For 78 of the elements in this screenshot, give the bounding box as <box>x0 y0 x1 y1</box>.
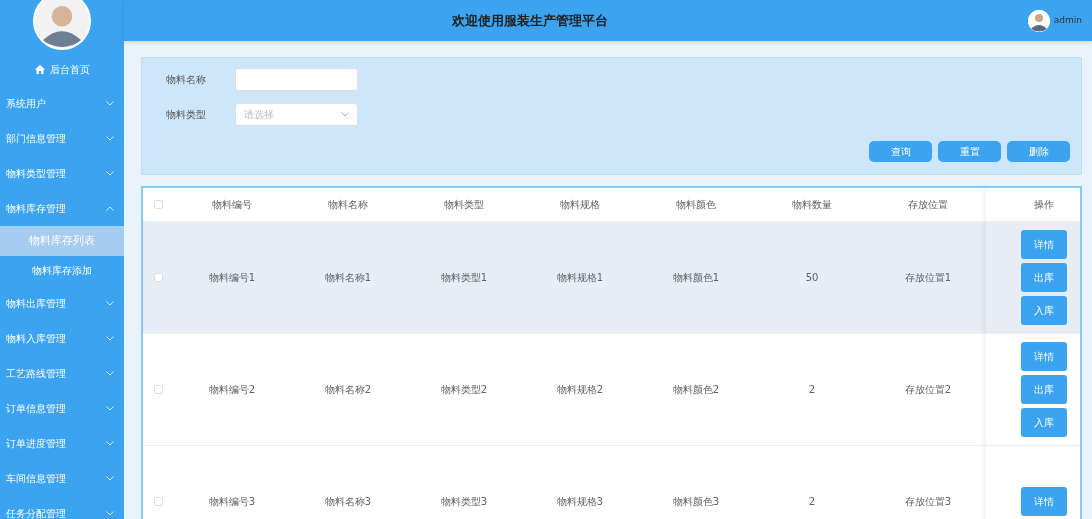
table-cell: 存放位置3 <box>904 495 952 507</box>
home-icon <box>34 64 45 74</box>
table-cell: 存放位置2 <box>904 383 952 395</box>
user-name[interactable]: admin <box>1053 13 1082 28</box>
submenu-item[interactable]: 物料库存列表 <box>0 226 124 256</box>
table-cell: 物料规格1 <box>556 271 604 283</box>
table-cell: 物料颜色2 <box>672 383 720 395</box>
input-field[interactable] <box>235 68 358 91</box>
chevron-down-icon <box>106 336 114 341</box>
checkbox[interactable] <box>154 273 163 282</box>
field-label: 物料类型 <box>166 108 207 122</box>
table-cell: 物料颜色1 <box>672 271 720 283</box>
menu-item[interactable]: 订单信息管理 <box>0 391 124 426</box>
table-cell: 物料规格2 <box>556 383 604 395</box>
menu-item[interactable]: 工艺路线管理 <box>0 356 124 391</box>
chevron-down-icon <box>106 441 114 446</box>
row-action-button[interactable]: 详情 <box>1021 341 1067 371</box>
table-cell: 物料类型2 <box>440 383 488 395</box>
submenu-item[interactable]: 物料库存添加 <box>0 256 124 286</box>
avatar-icon <box>33 0 91 50</box>
table-cell: 存放位置1 <box>904 271 952 283</box>
chevron-down-icon <box>106 371 114 376</box>
row-action-button[interactable]: 出库 <box>1021 374 1067 404</box>
table-cell: 物料编号2 <box>208 383 256 395</box>
menu-item[interactable]: 订单进度管理 <box>0 426 124 461</box>
chevron-down-icon <box>341 112 349 117</box>
row-action-button[interactable]: 详情 <box>1021 229 1067 259</box>
row-action-button[interactable]: 入库 <box>1021 407 1067 437</box>
table-cell: 2 <box>808 495 816 507</box>
checkbox[interactable] <box>154 385 163 394</box>
chevron-down-icon <box>106 406 114 411</box>
chevron-down-icon <box>106 476 114 481</box>
column-header: 物料数量 <box>792 198 832 210</box>
column-header: 操作 <box>1034 198 1054 210</box>
action-button[interactable]: 删除 <box>1007 141 1070 162</box>
checkbox[interactable] <box>154 200 163 210</box>
row-action-button[interactable]: 详情 <box>1021 486 1067 516</box>
menu-item[interactable]: 物料库存管理 <box>0 191 124 226</box>
column-header: 物料颜色 <box>676 198 716 210</box>
column-header: 物料类型 <box>444 198 484 210</box>
table-cell: 物料编号3 <box>208 495 256 507</box>
menu-item[interactable]: 物料出库管理 <box>0 286 124 321</box>
column-header: 物料名称 <box>328 198 368 210</box>
chevron-down-icon <box>106 301 114 306</box>
row-action-button[interactable]: 出库 <box>1021 262 1067 292</box>
avatar-icon[interactable] <box>1027 9 1050 32</box>
page-title: 欢迎使用服装生产管理平台 <box>452 11 608 30</box>
table-cell: 物料名称3 <box>324 495 372 507</box>
table-cell: 2 <box>808 383 816 395</box>
table-cell: 50 <box>805 271 819 283</box>
table-cell: 物料名称2 <box>324 383 372 395</box>
table-cell: 物料颜色3 <box>672 495 720 507</box>
menu-item[interactable]: 物料入库管理 <box>0 321 124 356</box>
column-header: 存放位置 <box>908 198 948 210</box>
field-label: 物料名称 <box>166 73 207 87</box>
home-link[interactable]: 后台首页 <box>0 52 124 86</box>
chevron-down-icon <box>106 101 114 106</box>
chevron-down-icon <box>106 136 114 141</box>
row-action-button[interactable]: 入库 <box>1021 295 1067 325</box>
action-button[interactable]: 查询 <box>869 141 932 162</box>
table-cell: 物料类型3 <box>440 495 488 507</box>
table-cell: 物料编号1 <box>208 271 256 283</box>
menu-item[interactable]: 系统用户 <box>0 86 124 121</box>
action-button[interactable]: 重置 <box>938 141 1001 162</box>
menu-item[interactable]: 部门信息管理 <box>0 121 124 156</box>
column-header: 物料编号 <box>212 198 252 210</box>
column-header: 物料规格 <box>560 198 600 210</box>
menu-item[interactable]: 车间信息管理 <box>0 461 124 496</box>
chevron-down-icon <box>106 171 114 176</box>
menu-item[interactable]: 任务分配管理 <box>0 496 124 519</box>
chevron-down-icon <box>106 511 114 516</box>
table-cell: 物料名称1 <box>324 271 372 283</box>
table-cell: 物料类型1 <box>440 271 488 283</box>
checkbox[interactable] <box>154 497 163 506</box>
menu-item[interactable]: 物料类型管理 <box>0 156 124 191</box>
chevron-up-icon <box>106 206 114 211</box>
select-field[interactable]: 请选择 <box>235 103 358 126</box>
table-cell: 物料规格3 <box>556 495 604 507</box>
